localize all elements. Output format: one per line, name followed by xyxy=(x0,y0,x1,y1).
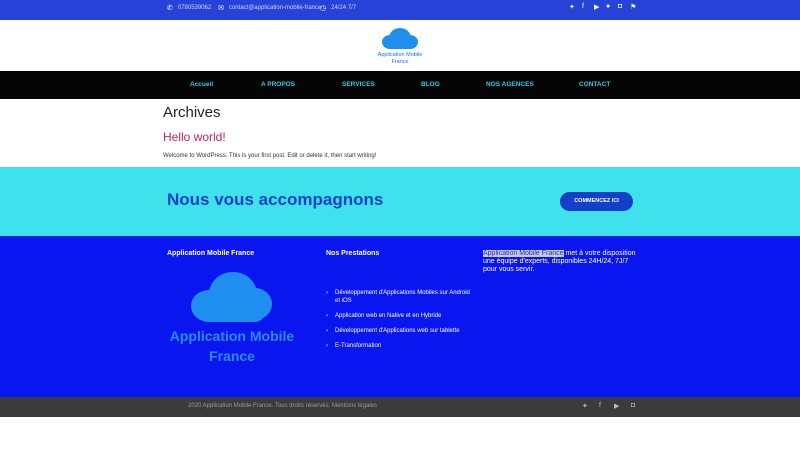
copyright-text: 2020 Application Mobile France. Tous dro… xyxy=(188,403,377,409)
topbar-hours: ◷ 24/24 7/7 xyxy=(320,4,356,12)
about-highlight: Application Mobile France xyxy=(483,250,564,257)
service-label: Développement d'Applications web sur tab… xyxy=(335,328,460,334)
facebook-icon[interactable]: f xyxy=(599,402,601,409)
logo-text-line1: Application Mobile xyxy=(377,52,423,58)
service-label: Application web en Native et en Hybride xyxy=(335,313,442,319)
cta-heading: Nous vous accompagnons xyxy=(167,190,384,209)
footer-brand-line1: Application Mobile xyxy=(169,328,295,344)
footer-about-text: Application Mobile France met à votre di… xyxy=(483,250,643,274)
list-item[interactable]: › Développement d'Applications web sur ta… xyxy=(326,327,476,335)
nav-item-contact[interactable]: CONTACT xyxy=(579,81,610,88)
youtube-icon[interactable]: ▶ xyxy=(614,402,619,410)
phone-icon: ✆ xyxy=(167,5,173,12)
cta-band xyxy=(0,167,800,236)
site-logo[interactable]: Application Mobile France xyxy=(368,26,432,68)
chevron-right-icon: › xyxy=(326,313,328,319)
post-excerpt: Welcome to WordPress. This is your first… xyxy=(163,153,377,159)
chevron-right-icon: › xyxy=(326,328,328,334)
instagram-icon[interactable]: ◘ xyxy=(631,402,635,409)
instagram-icon[interactable]: ◘ xyxy=(618,3,622,10)
list-item[interactable]: › Développement d'Applications Mobiles su… xyxy=(326,289,476,305)
cloud-icon xyxy=(191,272,272,322)
footer-col2-title: Nos Prestations xyxy=(326,250,380,257)
service-label: Développement d'Applications Mobiles sur… xyxy=(335,290,470,304)
list-item[interactable]: › E-Transformation xyxy=(326,342,476,350)
twitter-icon[interactable]: ✦ xyxy=(582,402,588,410)
page-title: Archives xyxy=(163,104,221,121)
footer-brand-line2: France xyxy=(209,348,255,364)
footer-brand-name: Application Mobile France xyxy=(167,326,297,366)
footer-col1-title: Application Mobile France xyxy=(167,250,255,257)
twitter-icon[interactable]: ✦ xyxy=(569,3,575,11)
main-nav: Accueil A PROPOS SERVICES BLOG NOS AGENC… xyxy=(0,71,800,99)
pinterest-icon[interactable]: ● xyxy=(606,3,610,10)
topbar-hours-text: 24/24 7/7 xyxy=(331,5,357,11)
chevron-right-icon: › xyxy=(326,290,328,296)
top-bar: ✆ 0780539062 ✉ contact@application-mobil… xyxy=(0,0,800,20)
nav-item-accueil[interactable]: Accueil xyxy=(190,81,213,88)
logo-text: Application Mobile France xyxy=(368,52,432,66)
site-header: Application Mobile France xyxy=(0,20,800,71)
clock-icon: ◷ xyxy=(320,5,327,12)
topbar-phone-text: 0780539062 xyxy=(177,5,212,11)
nav-item-blog[interactable]: BLOG xyxy=(421,81,440,88)
topbar-email-text: contact@application-mobile-france xyxy=(228,5,322,11)
commencez-ici-button[interactable]: COMMENCEZ ICI xyxy=(560,192,633,211)
service-label: E-Transformation xyxy=(335,343,382,349)
list-item[interactable]: › Application web en Native et en Hybride xyxy=(326,312,476,320)
nav-item-a-propos[interactable]: A PROPOS xyxy=(261,81,295,88)
services-list: › Développement d'Applications Mobiles su… xyxy=(326,289,476,357)
topbar-email[interactable]: ✉ contact@application-mobile-france xyxy=(218,4,321,12)
bottom-bar xyxy=(0,397,800,417)
facebook-icon[interactable]: f xyxy=(582,3,584,10)
post-title-link[interactable]: Hello world! xyxy=(163,130,226,144)
nav-item-nos-agences[interactable]: NOS AGENCES xyxy=(486,81,534,88)
envelope-icon: ✉ xyxy=(218,5,224,12)
chevron-right-icon: › xyxy=(326,343,328,349)
nav-item-services[interactable]: SERVICES xyxy=(342,81,375,88)
topbar-phone[interactable]: ✆ 0780539062 xyxy=(167,4,211,12)
foursquare-icon[interactable]: ⚑ xyxy=(630,3,636,11)
footer-logo: Application Mobile France xyxy=(167,268,297,368)
cloud-icon xyxy=(382,28,418,49)
logo-text-line2: France xyxy=(391,59,409,65)
youtube-icon[interactable]: ▶ xyxy=(594,3,599,11)
